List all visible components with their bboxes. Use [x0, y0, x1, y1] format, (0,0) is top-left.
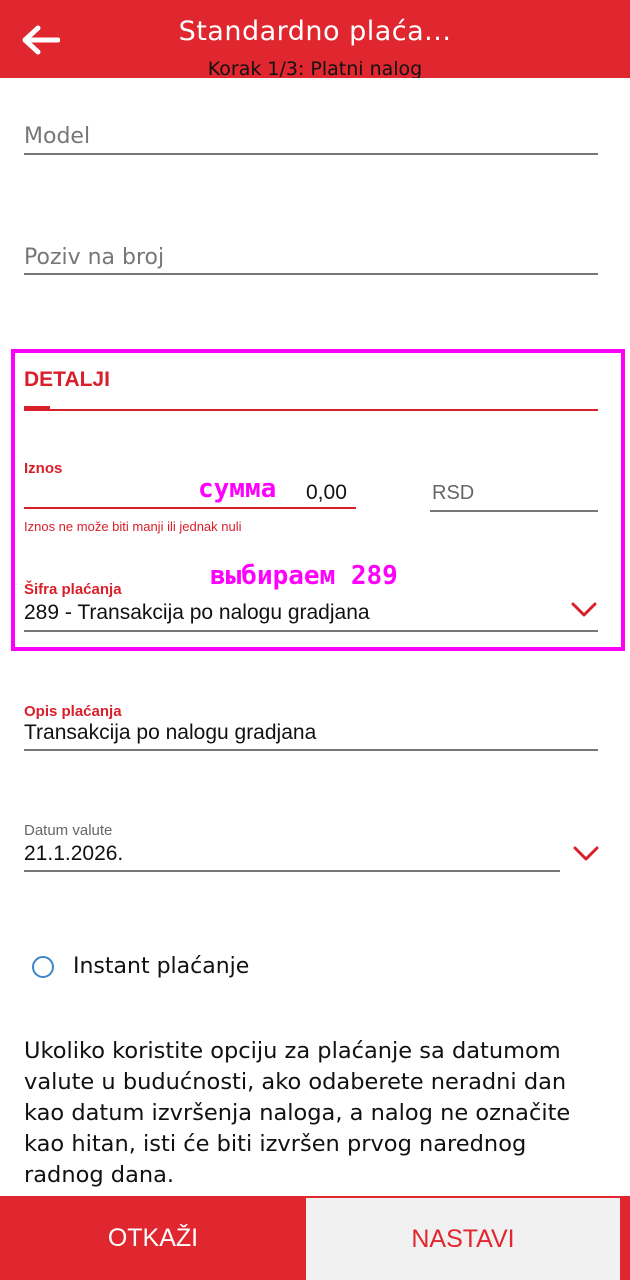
value-date-dropdown[interactable]	[572, 845, 600, 863]
amount-underline	[24, 507, 356, 509]
instant-payment-label[interactable]: Instant plaćanje	[73, 954, 249, 979]
payment-code-dropdown[interactable]	[570, 601, 598, 619]
details-tab-indicator	[24, 406, 50, 411]
annotation-amount: сумма	[198, 474, 277, 504]
value-date-input[interactable]: 21.1.2026.	[24, 842, 123, 866]
page-title: Standardno plaća...	[178, 16, 452, 47]
amount-label: Iznos	[24, 460, 63, 477]
details-divider	[24, 409, 598, 411]
model-underline	[24, 153, 598, 155]
footer-actions: OTKAŽI NASTAVI	[0, 1196, 630, 1280]
chevron-down-icon	[571, 602, 597, 617]
amount-input[interactable]: 0,00	[306, 481, 347, 505]
instant-payment-radio[interactable]	[32, 956, 54, 978]
details-section-title: DETALJI	[24, 368, 110, 391]
continue-button[interactable]: NASTAVI	[306, 1196, 620, 1280]
step-subtitle: Korak 1/3: Platni nalog	[207, 58, 423, 78]
currency-underline	[430, 510, 598, 512]
chevron-down-icon	[573, 846, 599, 861]
description-input[interactable]: Transakcija po nalogu gradjana	[24, 721, 316, 745]
currency-field[interactable]: RSD	[432, 482, 474, 505]
description-label: Opis plaćanja	[24, 703, 122, 720]
cancel-button[interactable]: OTKAŽI	[0, 1196, 306, 1280]
info-note: Ukoliko koristite opciju za plaćanje sa …	[24, 1038, 571, 1188]
annotation-payment-code: выбираем 289	[210, 561, 398, 591]
value-date-underline	[24, 870, 560, 872]
payment-code-label: Šifra plaćanja	[24, 581, 122, 598]
description-underline	[24, 749, 598, 751]
value-date-label: Datum valute	[24, 822, 113, 839]
payment-code-select[interactable]: 289 - Transakcija po nalogu gradjana	[24, 601, 370, 625]
payment-code-underline	[24, 630, 598, 632]
model-placeholder: Model	[24, 124, 91, 149]
amount-error-text: Iznos ne može biti manji ili jednak nuli	[24, 519, 242, 534]
reference-placeholder: Poziv na broj	[24, 245, 165, 270]
reference-underline	[24, 273, 598, 275]
footer-edge	[620, 1196, 630, 1280]
app-header: Standardno plaća... Korak 1/3: Platni na…	[0, 0, 630, 78]
